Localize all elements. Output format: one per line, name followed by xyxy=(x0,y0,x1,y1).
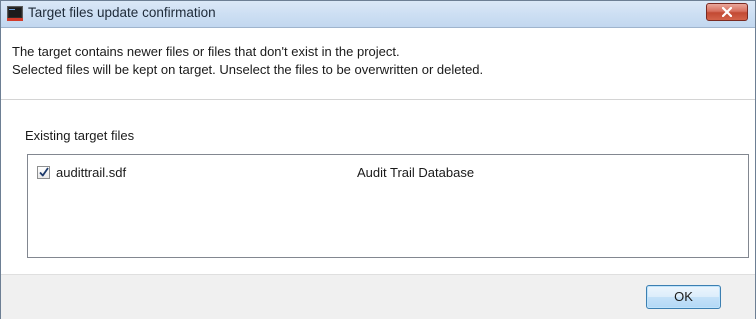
window-title: Target files update confirmation xyxy=(28,5,216,20)
file-name: audittrail.sdf xyxy=(56,165,127,180)
dialog-footer: OK xyxy=(1,274,755,319)
close-icon xyxy=(722,7,732,17)
message-line-1: The target contains newer files or files… xyxy=(12,44,400,59)
list-item[interactable]: audittrail.sdf Audit Trail Database xyxy=(28,165,748,183)
app-terminal-icon xyxy=(7,6,23,21)
dialog-window: Target files update confirmation The tar… xyxy=(0,0,756,319)
checkmark-icon xyxy=(39,167,49,177)
divider xyxy=(1,99,755,100)
close-button[interactable] xyxy=(706,3,748,21)
ok-button[interactable]: OK xyxy=(646,285,721,309)
message-line-2: Selected files will be kept on target. U… xyxy=(12,62,484,77)
title-bar: Target files update confirmation xyxy=(1,1,755,28)
dialog-content: The target contains newer files or files… xyxy=(1,28,755,274)
file-description: Audit Trail Database xyxy=(357,165,475,180)
existing-files-list[interactable]: audittrail.sdf Audit Trail Database xyxy=(27,154,749,258)
file-checkbox[interactable] xyxy=(37,166,50,179)
existing-files-label: Existing target files xyxy=(25,128,135,143)
